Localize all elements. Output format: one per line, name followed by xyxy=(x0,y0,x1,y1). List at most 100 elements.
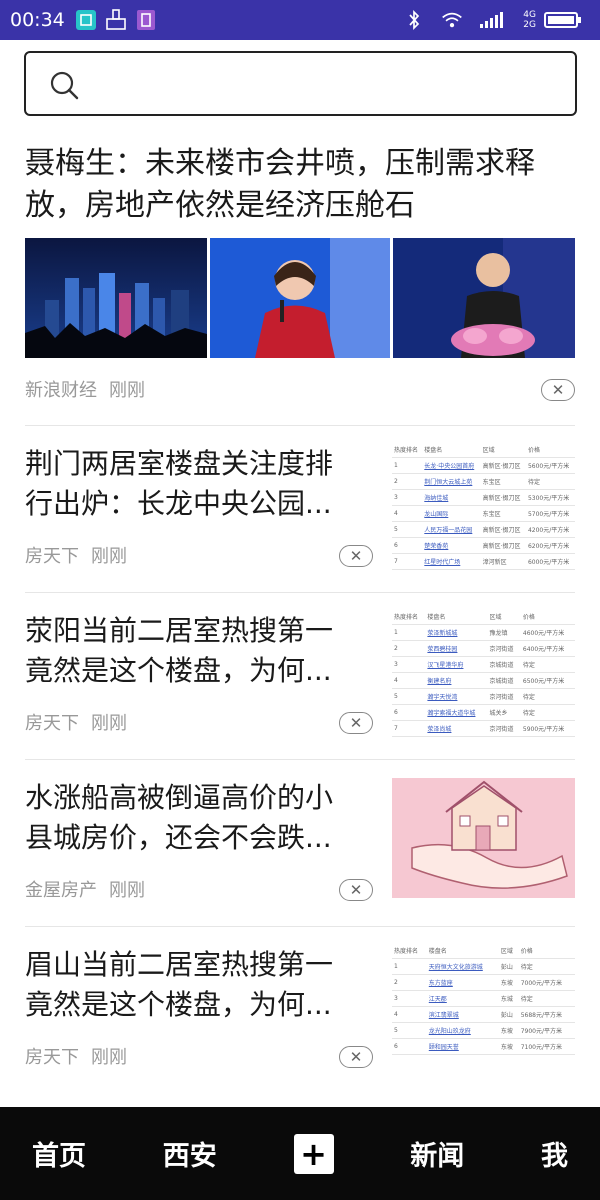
table-row: 5 龙光阳山玖龙府 东坡 7900元/平方米 xyxy=(392,1022,575,1039)
ranking-table-thumbnail: 热度排名 楼盘名 区域 价格 1 长龙·中央公园首府 高新区·掇刀区 5600元/平方… xyxy=(392,442,575,576)
search-icon xyxy=(50,71,79,100)
article-title-line: 荆门两居室楼盘关注度排 xyxy=(25,447,334,480)
article-time: 刚刚 xyxy=(109,880,145,901)
table-row: 3 汉飞星港华府 京城街道 待定 xyxy=(392,656,575,673)
cleaner-icon xyxy=(105,9,127,31)
table-cell: 豫龙镇 xyxy=(487,624,521,641)
table-cell: 东方蓝座 xyxy=(426,974,499,991)
speaker-woman-photo xyxy=(210,238,390,358)
table-cell: 江天郡 xyxy=(426,990,499,1007)
article-source: 房天下 xyxy=(25,546,79,567)
table-cell: 龙山国际 xyxy=(422,505,481,522)
table-cell: 高新区·掇刀区 xyxy=(480,489,526,506)
article-meta: 新浪财经 刚刚 xyxy=(25,376,145,402)
table-cell: 海纳佳城 xyxy=(422,489,481,506)
table-cell: 瀚宇天悦湾 xyxy=(425,688,488,705)
table-cell: 东坡 xyxy=(498,1022,519,1039)
dismiss-button[interactable]: ✕ xyxy=(339,879,373,901)
table-cell: 5 xyxy=(392,521,423,538)
table-cell: 城关乡 xyxy=(487,704,521,721)
table-cell: 高新区·掇刀区 xyxy=(480,521,526,538)
table-row: 2 荥西碧桂园 京河街道 6400元/平方米 xyxy=(392,640,575,657)
dismiss-button[interactable]: ✕ xyxy=(339,545,373,567)
network-type-2g: 2G xyxy=(523,20,536,30)
article-title[interactable]: 水涨船高被倒逼高价的小 县城房价，还会不会跌... xyxy=(25,778,365,858)
table-row: 1 荥泽新城城 豫龙镇 4600元/平方米 xyxy=(392,624,575,641)
divider xyxy=(25,592,575,593)
table-cell: 5600元/平方米 xyxy=(525,457,575,474)
article-time: 刚刚 xyxy=(109,380,145,401)
article-source: 金屋房产 xyxy=(25,880,97,901)
table-header: 热度排名 xyxy=(392,943,427,959)
table-cell: 待定 xyxy=(520,688,575,705)
table-cell: 东宝区 xyxy=(480,505,526,522)
search-input[interactable] xyxy=(24,51,577,116)
article-title-line: 眉山当前二居室热搜第一 xyxy=(25,948,334,981)
table-row: 6 颐和园天誉 东坡 7100元/平方米 xyxy=(392,1038,575,1055)
table-cell: 东城 xyxy=(498,990,519,1007)
network-type-4g: 4G xyxy=(523,10,536,20)
house-in-hand-illustration xyxy=(392,778,575,898)
article-time: 刚刚 xyxy=(91,713,127,734)
table-cell: 5700元/平方米 xyxy=(525,505,575,522)
article-title[interactable]: 荆门两居室楼盘关注度排 行出炉：长龙中央公园... xyxy=(25,444,365,524)
table-cell: 4 xyxy=(392,505,423,522)
dismiss-button[interactable]: ✕ xyxy=(339,1046,373,1068)
table-header: 区域 xyxy=(498,943,519,959)
article-title[interactable]: 荥阳当前二居室热搜第一 竟然是这个楼盘，为何... xyxy=(25,611,365,691)
table-cell: 荥西碧桂园 xyxy=(425,640,488,657)
article-source: 新浪财经 xyxy=(25,380,97,401)
ranking-table-thumbnail: 热度排名 楼盘名 区域 价格 1 天府恒大文化旅游城 彭山 待定 2 东方蓝座 东坡 700… xyxy=(392,943,575,1069)
dismiss-button[interactable]: ✕ xyxy=(339,712,373,734)
status-bar: 00:34 4G 2G xyxy=(0,0,600,40)
table-cell: 7 xyxy=(392,720,426,737)
article-title[interactable]: 聂梅生：未来楼市会井喷，压制需求释放，房地产依然是经济压舱石 xyxy=(25,143,570,227)
table-cell: 京河街道 xyxy=(487,688,521,705)
dismiss-button[interactable]: ✕ xyxy=(541,379,575,401)
screenshot-icon xyxy=(75,9,97,31)
article-source: 房天下 xyxy=(25,713,79,734)
table-cell: 5 xyxy=(392,1022,427,1039)
ranking-table: 热度排名 楼盘名 区域 价格 1 长龙·中央公园首府 高新区·掇刀区 5600元/平方… xyxy=(392,442,575,570)
article-meta: 房天下 刚刚 xyxy=(25,1043,127,1069)
table-header: 价格 xyxy=(518,943,575,959)
table-row: 3 海纳佳城 高新区·掇刀区 5300元/平方米 xyxy=(392,489,575,506)
nav-news[interactable]: 新闻 xyxy=(410,1134,464,1173)
table-cell: 7100元/平方米 xyxy=(518,1038,575,1055)
table-row: 2 东方蓝座 东坡 7000元/平方米 xyxy=(392,974,575,991)
table-cell: 衡建名府 xyxy=(425,672,488,689)
table-header: 楼盘名 xyxy=(425,609,488,625)
speaker-man-photo xyxy=(393,238,575,358)
network-type: 4G 2G xyxy=(523,10,536,30)
table-header: 热度排名 xyxy=(392,609,426,625)
article-title[interactable]: 眉山当前二居室热搜第一 竟然是这个楼盘，为何... xyxy=(25,945,365,1025)
table-cell: 京河街道 xyxy=(487,720,521,737)
table-cell: 东宝区 xyxy=(480,473,526,490)
table-cell: 彭山 xyxy=(498,958,519,975)
table-cell: 4 xyxy=(392,1006,427,1023)
article-title-line: 竟然是这个楼盘，为何... xyxy=(25,654,332,687)
nav-home[interactable]: 首页 xyxy=(32,1134,86,1173)
table-cell: 3 xyxy=(392,990,427,1007)
table-cell: 2 xyxy=(392,974,427,991)
table-cell: 楚荣香苑 xyxy=(422,537,481,554)
table-cell: 6500元/平方米 xyxy=(520,672,575,689)
article-meta: 房天下 刚刚 xyxy=(25,709,127,735)
article-source: 房天下 xyxy=(25,1047,79,1068)
table-cell: 待定 xyxy=(520,704,575,721)
table-cell: 5300元/平方米 xyxy=(525,489,575,506)
add-button[interactable]: + xyxy=(293,1133,334,1174)
table-cell: 荥泽新城城 xyxy=(425,624,488,641)
city-night-photo xyxy=(25,238,207,358)
table-cell: 天府恒大文化旅游城 xyxy=(426,958,499,975)
article-meta: 房天下 刚刚 xyxy=(25,542,127,568)
table-row: 4 龙山国际 东宝区 5700元/平方米 xyxy=(392,505,575,522)
table-row: 6 楚荣香苑 高新区·掇刀区 6200元/平方米 xyxy=(392,537,575,554)
nav-me[interactable]: 我 xyxy=(541,1134,568,1173)
table-cell: 高新区·掇刀区 xyxy=(480,537,526,554)
table-cell: 荆门恒大云城上苑 xyxy=(422,473,481,490)
app-notification-icon xyxy=(135,9,157,31)
table-header: 区域 xyxy=(480,442,526,458)
table-header: 价格 xyxy=(520,609,575,625)
nav-city[interactable]: 西安 xyxy=(163,1134,217,1173)
